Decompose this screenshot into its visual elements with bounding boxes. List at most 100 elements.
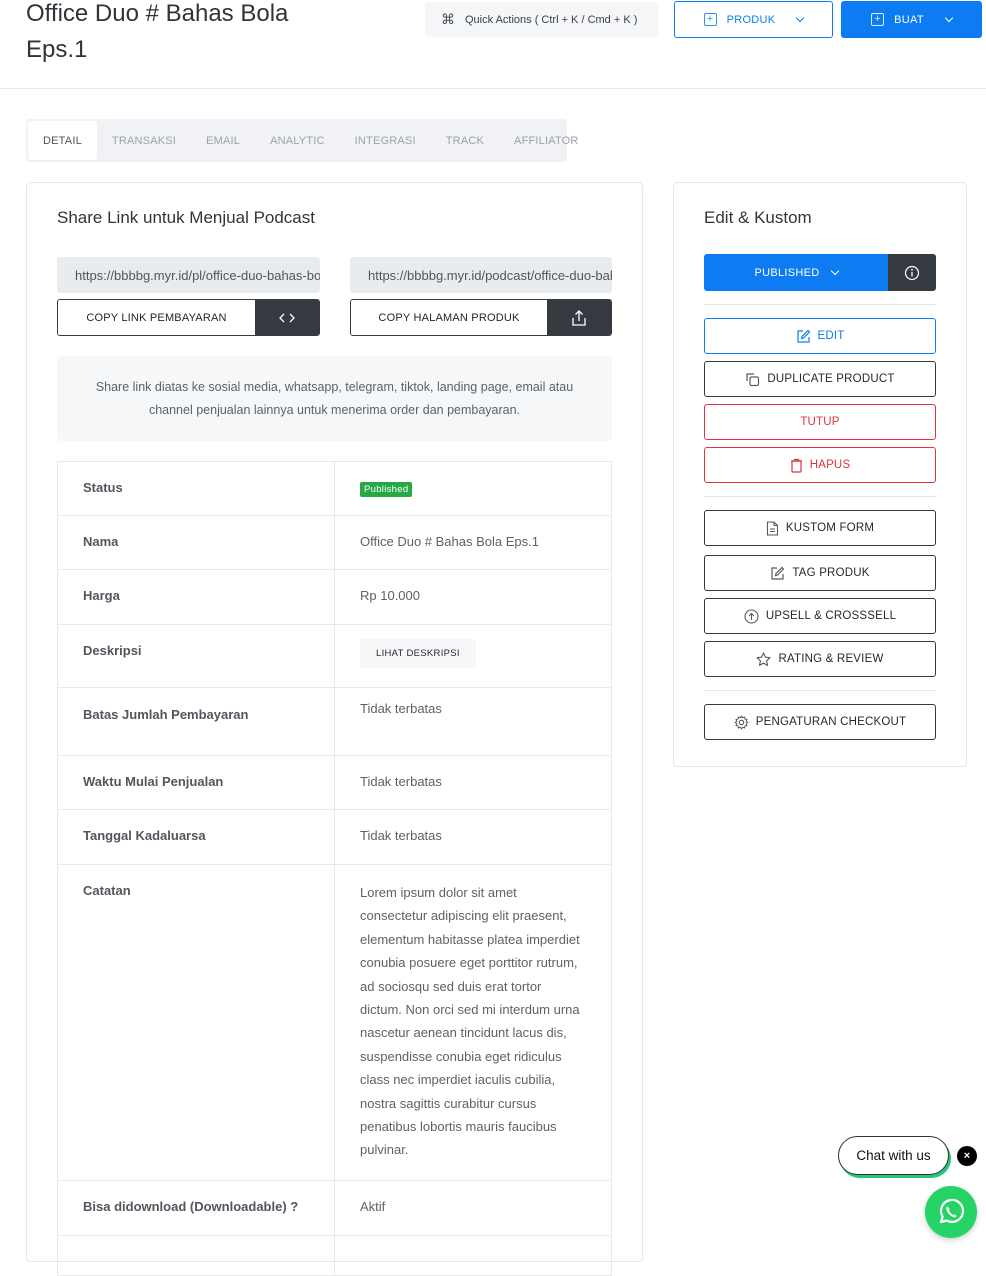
rating-label: RATING & REVIEW	[778, 653, 884, 665]
download-label: Bisa didownload (Downloadable) ?	[57, 1179, 335, 1236]
catatan-label: Catatan	[57, 864, 335, 1181]
trash-icon	[790, 458, 803, 473]
status-label: Status	[57, 461, 335, 516]
gear-icon	[734, 715, 749, 730]
tag-produk-label: TAG PRODUK	[792, 567, 870, 579]
info-button[interactable]	[888, 254, 936, 291]
tab-detail[interactable]: DETAIL	[28, 121, 97, 160]
share-section-title: Share Link untuk Menjual Podcast	[57, 208, 315, 227]
tab-affiliator[interactable]: AFFILIATOR	[499, 121, 594, 160]
deskripsi-label: Deskripsi	[57, 624, 335, 688]
tab-analytic[interactable]: ANALYTIC	[255, 121, 340, 160]
produk-dropdown-button[interactable]: + PRODUK	[674, 1, 833, 38]
harga-label: Harga	[57, 569, 335, 625]
quick-actions-label: Quick Actions ( Ctrl + K / Cmd + K )	[465, 13, 638, 26]
product-url-field[interactable]: https://bbbbg.myr.id/podcast/office-duo-…	[350, 257, 612, 293]
upsell-label: UPSELL & CROSSSELL	[765, 610, 897, 622]
pengaturan-checkout-button[interactable]: PENGATURAN CHECKOUT	[704, 704, 936, 740]
buat-dropdown-button[interactable]: + BUAT	[841, 1, 982, 38]
lihat-deskripsi-button[interactable]: LIHAT DESKRIPSI	[360, 639, 476, 668]
tag-produk-button[interactable]: TAG PRODUK	[704, 555, 936, 591]
table-row: Tanggal Kadaluarsa Tidak terbatas	[57, 809, 612, 865]
embed-code-button[interactable]	[255, 300, 319, 335]
tutup-label: TUTUP	[800, 416, 840, 428]
page-title: Office Duo # Bahas Bola Eps.1	[26, 0, 289, 63]
publish-status-label: PUBLISHED	[754, 266, 820, 279]
duplicate-label: DUPLICATE PRODUCT	[767, 373, 895, 385]
hapus-button[interactable]: HAPUS	[704, 447, 936, 483]
download-value: Aktif	[334, 1179, 612, 1236]
publish-status-group: PUBLISHED	[704, 254, 936, 291]
code-icon	[279, 313, 295, 322]
tab-track[interactable]: TRACK	[431, 121, 499, 160]
divider	[704, 496, 936, 497]
product-tabs: DETAIL TRANSAKSI EMAIL ANALYTIC INTEGRAS…	[26, 119, 578, 162]
kustom-form-button[interactable]: KUSTOM FORM	[704, 510, 936, 546]
table-row: Harga Rp 10.000	[57, 569, 612, 625]
chat-with-us-button[interactable]: Chat with us	[838, 1136, 949, 1175]
edit-kustom-card: Edit & Kustom PUBLISHED EDIT DUPLICATE P…	[673, 182, 967, 767]
edit-button[interactable]: EDIT	[704, 318, 936, 354]
table-row: Nama Office Duo # Bahas Bola Eps.1	[57, 515, 612, 570]
payment-url-field[interactable]: https://bbbbg.myr.id/pl/office-duo-bahas…	[57, 257, 320, 293]
star-icon	[756, 651, 772, 667]
edit-icon	[796, 329, 811, 344]
copy-product-page-button[interactable]: COPY HALAMAN PRODUK	[351, 300, 547, 335]
plus-square-icon: +	[871, 13, 885, 26]
arrow-up-circle-icon	[744, 608, 759, 624]
divider	[704, 690, 936, 691]
whatsapp-icon	[939, 1198, 965, 1224]
table-row: Batas Jumlah Pembayaran Tidak terbatas	[57, 687, 612, 756]
waktu-label: Waktu Mulai Penjualan	[57, 755, 335, 810]
tab-integrasi[interactable]: INTEGRASI	[340, 121, 431, 160]
table-row: Catatan Lorem ipsum dolor sit amet conse…	[57, 864, 612, 1181]
kustom-form-label: KUSTOM FORM	[785, 522, 875, 534]
share-icon	[572, 309, 586, 326]
tanggal-value: Tidak terbatas	[334, 809, 612, 865]
hapus-label: HAPUS	[809, 459, 851, 471]
quick-actions-button[interactable]: ⌘ Quick Actions ( Ctrl + K / Cmd + K )	[425, 2, 658, 37]
edit-label: EDIT	[817, 330, 845, 342]
status-badge: Published	[360, 482, 413, 497]
checkout-label: PENGATURAN CHECKOUT	[755, 716, 907, 728]
plus-square-icon: +	[703, 13, 717, 26]
top-header: Office Duo # Bahas Bola Eps.1 ⌘ Quick Ac…	[0, 0, 986, 89]
waktu-value: Tidak terbatas	[334, 755, 612, 810]
info-icon	[904, 265, 920, 280]
copy-product-page-group: COPY HALAMAN PRODUK	[350, 299, 612, 336]
rating-review-button[interactable]: RATING & REVIEW	[704, 641, 936, 677]
whatsapp-button[interactable]	[925, 1186, 977, 1238]
tab-transaksi[interactable]: TRANSAKSI	[97, 121, 191, 160]
file-text-icon	[766, 520, 779, 536]
divider	[704, 304, 936, 305]
edit-icon	[770, 566, 785, 581]
chevron-down-icon	[796, 13, 805, 22]
copy-icon	[745, 372, 760, 387]
batas-value: Tidak terbatas	[334, 687, 612, 756]
command-icon: ⌘	[441, 11, 455, 27]
catatan-value: Lorem ipsum dolor sit amet consectetur a…	[360, 885, 580, 1158]
chevron-down-icon	[944, 13, 954, 22]
nama-value: Office Duo # Bahas Bola Eps.1	[334, 515, 612, 570]
publish-status-dropdown[interactable]: PUBLISHED	[704, 254, 888, 291]
nama-label: Nama	[57, 515, 335, 570]
harga-value: Rp 10.000	[334, 569, 612, 625]
tutup-button[interactable]: TUTUP	[704, 404, 936, 440]
upsell-crosssell-button[interactable]: UPSELL & CROSSSELL	[704, 598, 936, 634]
produk-label: PRODUK	[726, 13, 776, 26]
batas-label: Batas Jumlah Pembayaran	[57, 687, 335, 756]
table-row	[57, 1234, 612, 1276]
copy-payment-link-group: COPY LINK PEMBAYARAN	[57, 299, 320, 336]
close-chat-button[interactable]: ×	[957, 1146, 977, 1166]
duplicate-product-button[interactable]: DUPLICATE PRODUCT	[704, 361, 936, 397]
share-button[interactable]	[547, 300, 611, 335]
product-detail-table: Status Published Nama Office Duo # Bahas…	[57, 461, 612, 1276]
edit-kustom-title: Edit & Kustom	[704, 208, 812, 227]
table-row: Status Published	[57, 461, 612, 516]
detail-card: Share Link untuk Menjual Podcast https:/…	[26, 182, 643, 1276]
copy-payment-link-button[interactable]: COPY LINK PEMBAYARAN	[58, 300, 255, 335]
table-row: Waktu Mulai Penjualan Tidak terbatas	[57, 755, 612, 810]
tab-email[interactable]: EMAIL	[191, 121, 255, 160]
tanggal-label: Tanggal Kadaluarsa	[57, 809, 335, 865]
buat-label: BUAT	[894, 13, 924, 26]
